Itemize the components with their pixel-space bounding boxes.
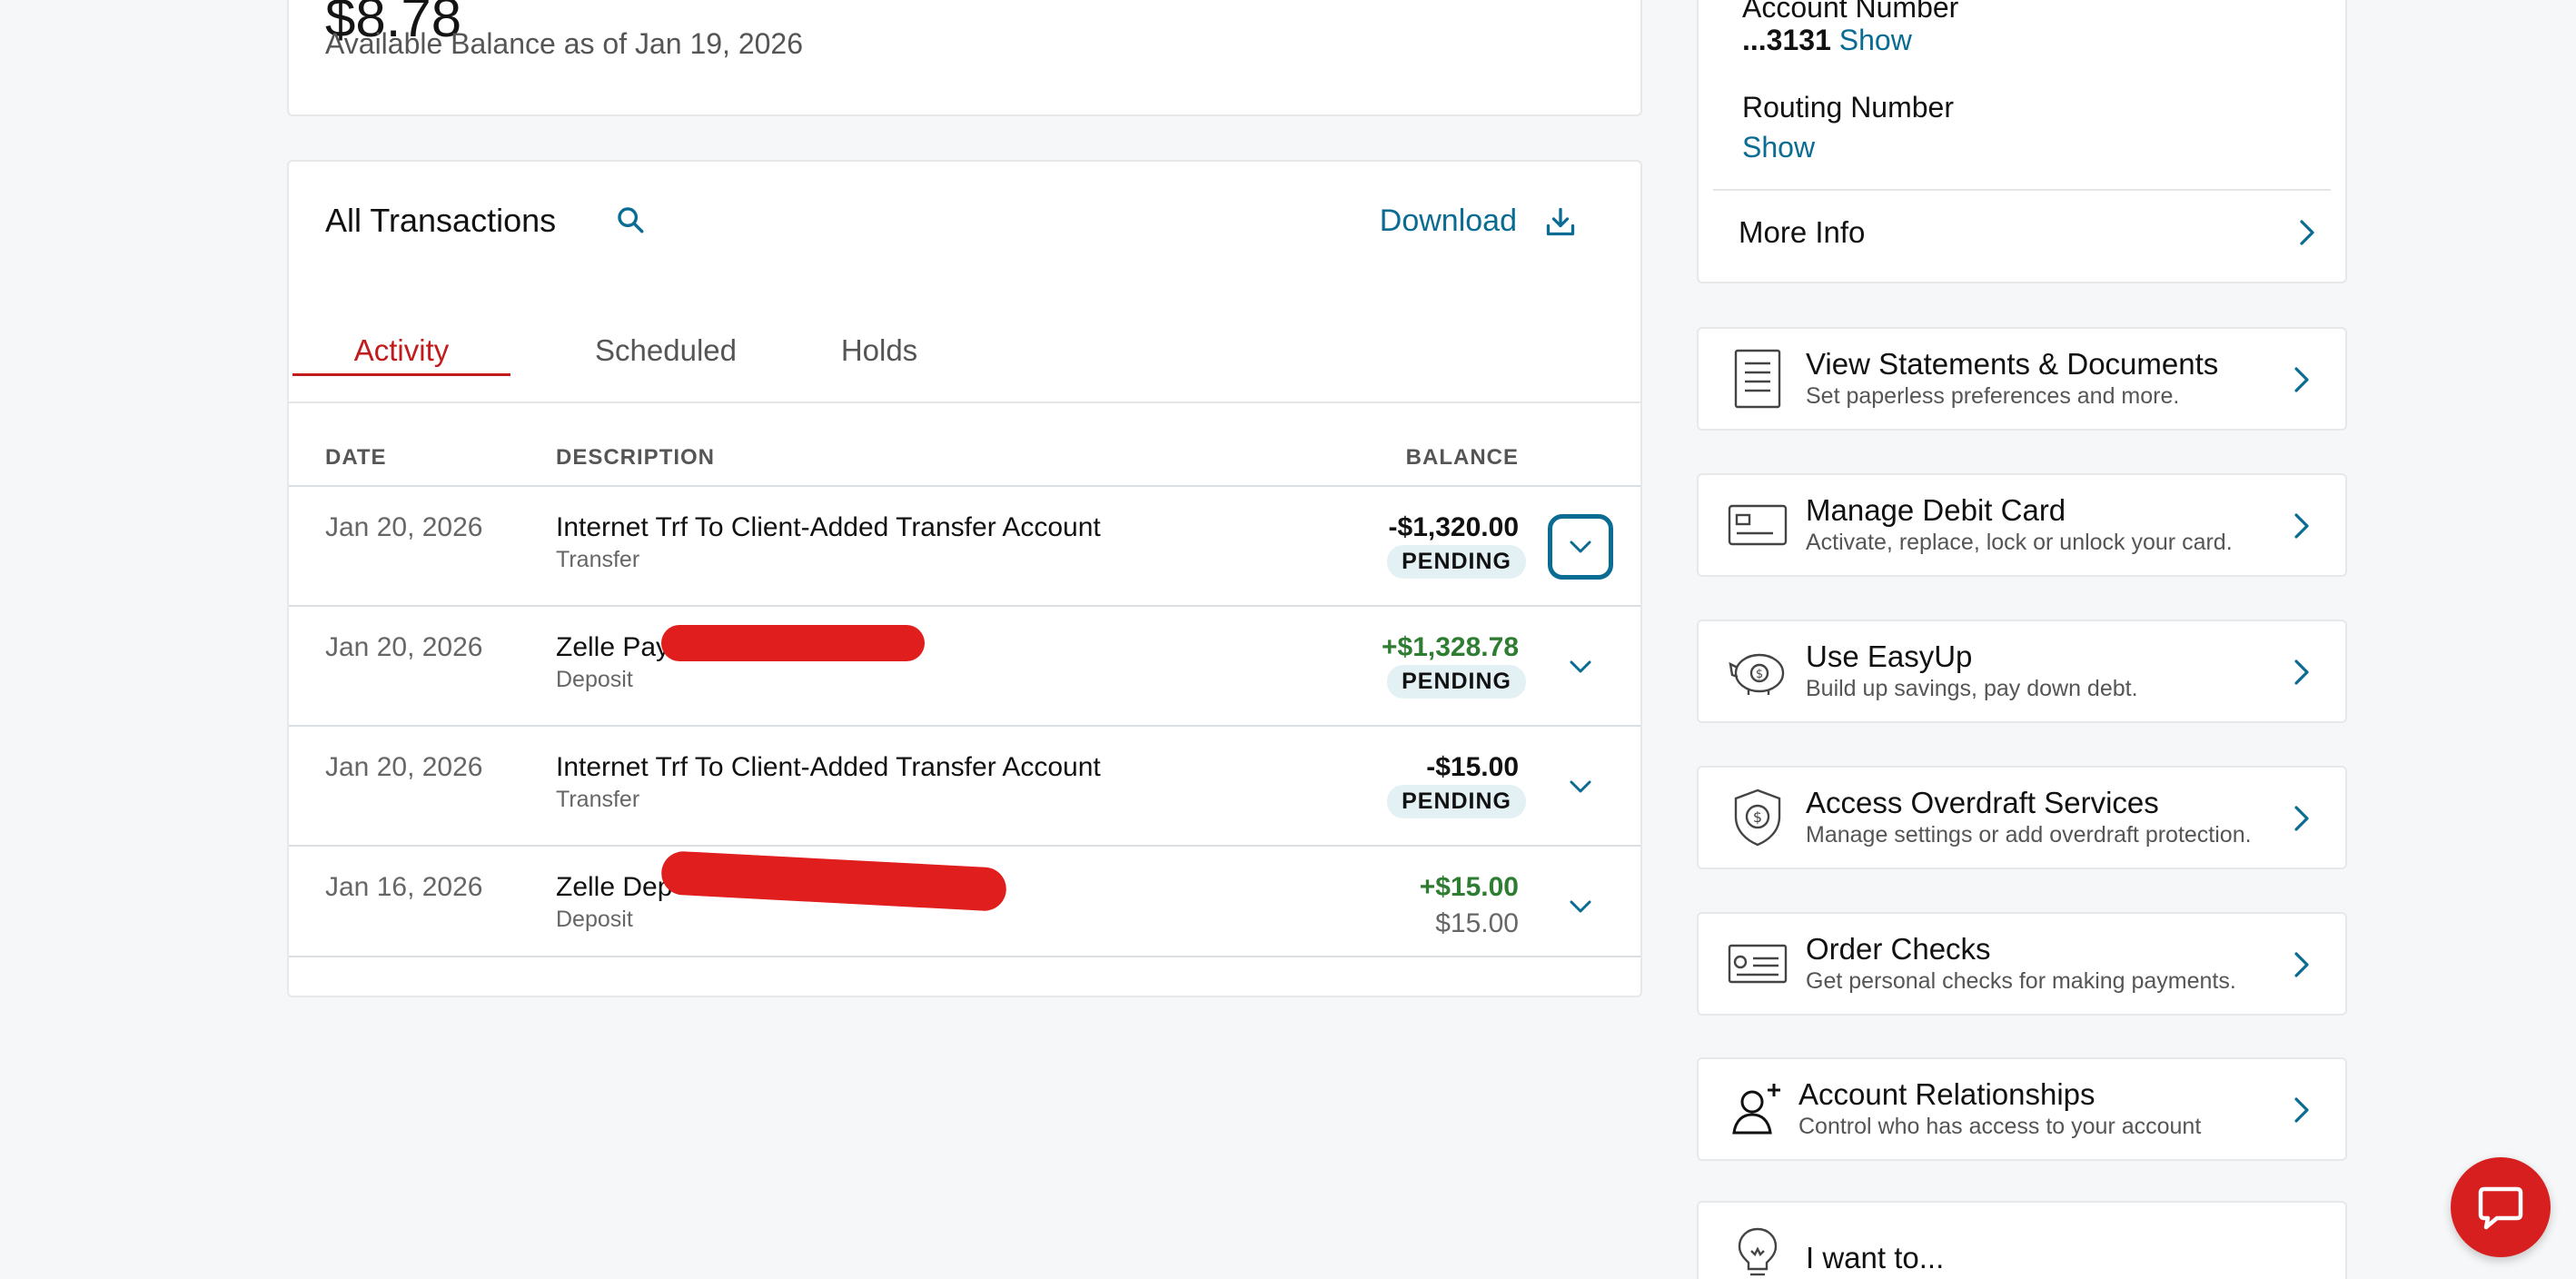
transaction-description: Internet Trf To Client-Added Transfer Ac… bbox=[556, 752, 1101, 782]
manage-debit-card-button[interactable]: Manage Debit Card Activate, replace, loc… bbox=[1697, 473, 2347, 577]
use-easyup-button[interactable]: $ Use EasyUp Build up savings, pay down … bbox=[1697, 620, 2347, 723]
chevron-right-icon bbox=[2294, 659, 2309, 685]
debit-card-icon bbox=[1726, 493, 1789, 557]
transaction-date: Jan 16, 2026 bbox=[325, 872, 483, 902]
routing-number: Show bbox=[1742, 131, 1815, 164]
redaction-mark bbox=[661, 625, 925, 661]
svg-text:$: $ bbox=[1756, 668, 1763, 681]
balance-as-of: Available Balance as of Jan 19, 2026 bbox=[325, 27, 804, 60]
chevron-right-icon bbox=[2300, 220, 2314, 245]
running-balance: $15.00 bbox=[1435, 908, 1519, 938]
table-row[interactable]: Jan 20, 2026 Internet Trf To Client-Adde… bbox=[289, 485, 1640, 605]
lightbulb-icon bbox=[1726, 1221, 1789, 1279]
transaction-amount: -$15.00 bbox=[1426, 752, 1519, 782]
column-header-date: DATE bbox=[325, 445, 387, 470]
balance-card: $8.78 Available Balance as of Jan 19, 20… bbox=[287, 0, 1642, 116]
view-statements-button[interactable]: View Statements & Documents Set paperles… bbox=[1697, 327, 2347, 431]
transaction-type: Transfer bbox=[556, 787, 640, 812]
tab-scheduled[interactable]: Scheduled bbox=[552, 298, 779, 403]
account-info-card: Account Number ...3131 Show Routing Numb… bbox=[1697, 0, 2347, 283]
more-info-label: More Info bbox=[1739, 215, 1866, 249]
transaction-type: Deposit bbox=[556, 907, 633, 932]
status-badge: PENDING bbox=[1387, 545, 1526, 579]
column-header-description: DESCRIPTION bbox=[556, 445, 716, 470]
transactions-card: All Transactions Download Activity Sched… bbox=[287, 160, 1642, 997]
transaction-amount: +$15.00 bbox=[1419, 872, 1519, 902]
shield-dollar-icon: $ bbox=[1726, 786, 1789, 849]
action-title: Order Checks bbox=[1806, 932, 1991, 966]
action-subtitle: Manage settings or add overdraft protect… bbox=[1806, 822, 2252, 848]
action-title: Access Overdraft Services bbox=[1806, 786, 2159, 819]
tab-holds[interactable]: Holds bbox=[807, 298, 952, 403]
action-subtitle: Activate, replace, lock or unlock your c… bbox=[1806, 530, 2233, 555]
transaction-type: Transfer bbox=[556, 547, 640, 572]
account-number-value: ...3131 bbox=[1742, 24, 1831, 56]
chevron-down-icon bbox=[1570, 900, 1591, 913]
chevron-right-icon bbox=[2294, 1097, 2309, 1123]
order-checks-button[interactable]: Order Checks Get personal checks for mak… bbox=[1697, 912, 2347, 1016]
table-row[interactable]: Jan 20, 2026 Internet Trf To Client-Adde… bbox=[289, 725, 1640, 845]
search-icon[interactable] bbox=[612, 202, 649, 238]
action-title: Use EasyUp bbox=[1806, 640, 1973, 673]
tab-activity[interactable]: Activity bbox=[292, 298, 510, 403]
transaction-description: Internet Trf To Client-Added Transfer Ac… bbox=[556, 512, 1101, 542]
chevron-right-icon bbox=[2294, 367, 2309, 392]
chevron-right-icon bbox=[2294, 513, 2309, 539]
account-relationships-button[interactable]: Account Relationships Control who has ac… bbox=[1697, 1057, 2347, 1161]
transaction-amount: -$1,320.00 bbox=[1388, 512, 1519, 542]
action-subtitle: Build up savings, pay down debt. bbox=[1806, 676, 2138, 701]
expand-row-button[interactable] bbox=[1548, 514, 1613, 580]
chevron-right-icon bbox=[2294, 952, 2309, 977]
chevron-down-icon bbox=[1570, 780, 1591, 793]
transaction-date: Jan 20, 2026 bbox=[325, 512, 483, 542]
action-title: I want to... bbox=[1806, 1241, 1945, 1274]
table-row[interactable]: Jan 20, 2026 Zelle Pay Deposit +$1,328.7… bbox=[289, 605, 1640, 725]
action-subtitle: Get personal checks for making payments. bbox=[1806, 968, 2236, 994]
i-want-to-button[interactable]: I want to... bbox=[1697, 1201, 2347, 1279]
divider bbox=[1713, 189, 2331, 191]
table-row[interactable]: Jan 16, 2026 Zelle Dep ribe Deposit +$15… bbox=[289, 845, 1640, 957]
piggy-bank-icon: $ bbox=[1726, 640, 1789, 703]
action-subtitle: Control who has access to your account bbox=[1798, 1114, 2202, 1139]
expand-row-button[interactable] bbox=[1548, 634, 1613, 699]
check-icon bbox=[1726, 932, 1789, 996]
routing-number-label: Routing Number bbox=[1742, 91, 1954, 124]
status-badge: PENDING bbox=[1387, 665, 1526, 699]
chevron-down-icon bbox=[1570, 540, 1591, 553]
show-account-number-link[interactable]: Show bbox=[1839, 24, 1912, 56]
svg-text:$: $ bbox=[1753, 808, 1762, 826]
redaction-mark bbox=[660, 850, 1007, 912]
document-icon bbox=[1726, 347, 1789, 411]
account-page: $8.78 Available Balance as of Jan 19, 20… bbox=[0, 0, 2576, 1279]
transaction-date: Jan 20, 2026 bbox=[325, 632, 483, 662]
chat-bubble-icon bbox=[2478, 1186, 2523, 1230]
download-label: Download bbox=[1379, 203, 1517, 238]
show-routing-number-link[interactable]: Show bbox=[1742, 131, 1815, 164]
transaction-type: Deposit bbox=[556, 667, 633, 692]
action-title: Manage Debit Card bbox=[1806, 493, 2066, 527]
status-badge: PENDING bbox=[1387, 785, 1526, 818]
transaction-tabs: Activity Scheduled Holds bbox=[289, 298, 1640, 403]
action-subtitle: Set paperless preferences and more. bbox=[1806, 383, 2180, 409]
more-info-button[interactable]: More Info bbox=[1739, 196, 2318, 269]
transaction-description: Zelle Pay bbox=[556, 632, 670, 662]
download-button[interactable]: Download bbox=[1380, 203, 1577, 239]
download-icon bbox=[1546, 207, 1575, 235]
transaction-date: Jan 20, 2026 bbox=[325, 752, 483, 782]
action-title: View Statements & Documents bbox=[1806, 347, 2219, 381]
chat-button[interactable] bbox=[2451, 1157, 2551, 1257]
transaction-amount: +$1,328.78 bbox=[1382, 632, 1519, 662]
transaction-description: Zelle Dep bbox=[556, 872, 673, 902]
action-title: Account Relationships bbox=[1798, 1077, 2095, 1111]
column-header-balance: BALANCE bbox=[1405, 445, 1519, 470]
expand-row-button[interactable] bbox=[1548, 754, 1613, 819]
account-number-label: Account Number bbox=[1742, 0, 1959, 24]
transactions-title: All Transactions bbox=[325, 202, 557, 239]
access-overdraft-services-button[interactable]: $ Access Overdraft Services Manage setti… bbox=[1697, 766, 2347, 869]
expand-row-button[interactable] bbox=[1548, 874, 1613, 939]
chevron-down-icon bbox=[1570, 660, 1591, 673]
chevron-right-icon bbox=[2294, 806, 2309, 831]
account-number: ...3131 Show bbox=[1742, 24, 1912, 57]
add-person-icon bbox=[1726, 1077, 1789, 1141]
